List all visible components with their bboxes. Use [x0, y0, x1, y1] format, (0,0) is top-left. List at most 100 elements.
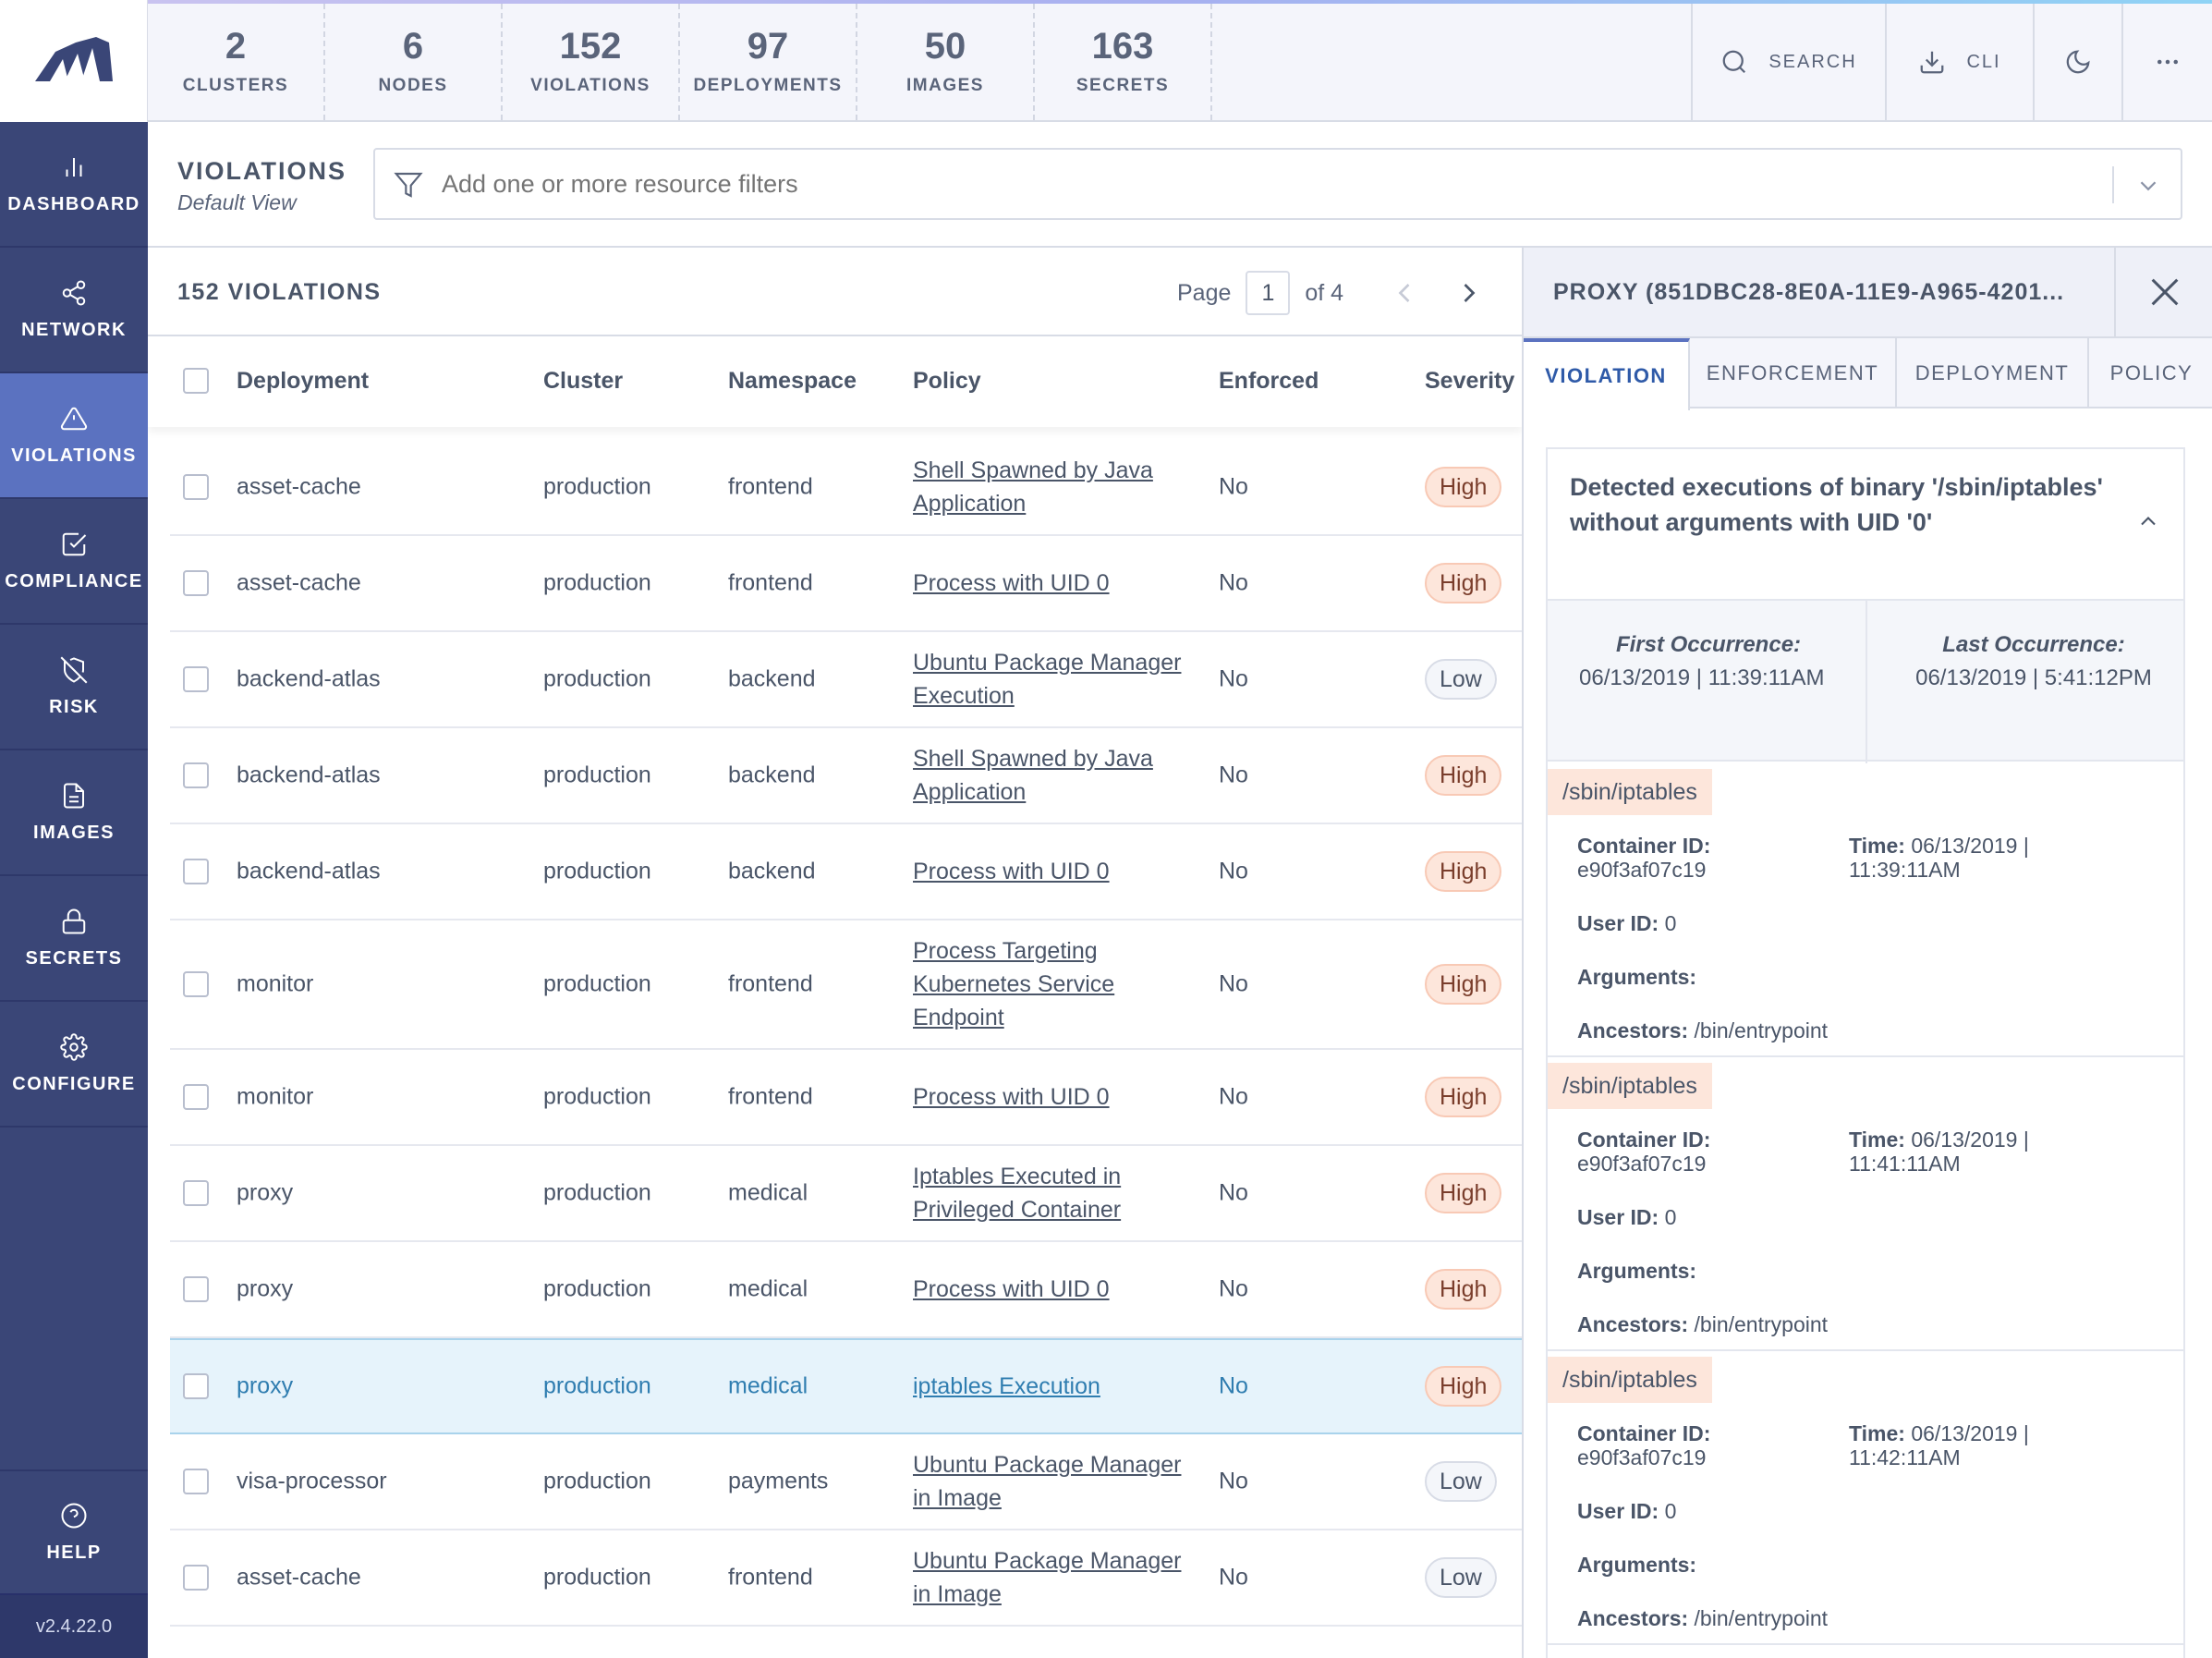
summary-images[interactable]: 50 IMAGES	[857, 4, 1035, 120]
row-checkbox[interactable]	[183, 859, 209, 884]
table-row[interactable]: monitor production frontend Process Targeti…	[170, 920, 1522, 1050]
check-square-icon	[62, 532, 87, 555]
row-checkbox[interactable]	[183, 474, 209, 500]
policy-link[interactable]: Process with UID 0	[913, 1273, 1199, 1306]
search-button[interactable]: SEARCH	[1691, 4, 1885, 120]
column-header-severity[interactable]: Severity	[1425, 368, 1514, 395]
detail-header: PROXY (851DBC28-8E0A-11E9-A965-4201...	[1524, 248, 2212, 338]
tab-deployment[interactable]: DEPLOYMENT	[1897, 338, 2089, 408]
policy-link[interactable]: Ubuntu Package Manager in Image	[913, 1544, 1199, 1611]
policy-link[interactable]: Shell Spawned by Java Application	[913, 742, 1199, 809]
sidebar-item-dashboard[interactable]: DASHBOARD	[0, 122, 148, 248]
more-menu-button[interactable]	[2121, 4, 2212, 120]
table-row[interactable]: backend-atlas production backend Ubuntu Pac…	[170, 632, 1522, 728]
container-id-label: Container ID:	[1577, 834, 1711, 858]
filter-input[interactable]	[442, 159, 2105, 209]
table-row[interactable]: proxy production medical Iptables Executed …	[170, 1146, 1522, 1242]
cell-cluster: production	[543, 1179, 651, 1206]
table-row[interactable]: backend-atlas production backend Process wi…	[170, 824, 1522, 920]
row-checkbox[interactable]	[183, 1180, 209, 1206]
container-id-label: Container ID:	[1577, 1421, 1711, 1445]
ancestors-value: /bin/entrypoint	[1694, 1312, 1829, 1336]
summary-violations[interactable]: 152 VIOLATIONS	[503, 4, 680, 120]
table-row[interactable]: asset-cache production frontend Shell Spawn…	[170, 440, 1522, 536]
page-number-input[interactable]: 1	[1246, 271, 1291, 315]
row-checkbox[interactable]	[183, 570, 209, 596]
column-header-enforced[interactable]: Enforced	[1219, 368, 1319, 395]
summary-deployments[interactable]: 97 DEPLOYMENTS	[680, 4, 857, 120]
resource-filter[interactable]	[373, 148, 2182, 220]
select-all-checkbox[interactable]	[183, 368, 209, 394]
sidebar-item-images[interactable]: IMAGES	[0, 750, 148, 876]
top-bar: 2 CLUSTERS 6 NODES 152 VIOLATIONS 97 DEP…	[148, 0, 2212, 122]
process-event: /sbin/iptables Container ID: e90f3af07c19 T…	[1548, 1351, 2183, 1645]
row-checkbox[interactable]	[183, 971, 209, 997]
row-checkbox[interactable]	[183, 1469, 209, 1494]
process-name-tag: /sbin/iptables	[1548, 769, 1712, 815]
chevron-right-icon[interactable]	[1452, 276, 1486, 310]
table-row[interactable]: monitor production frontend Process with UI…	[170, 1050, 1522, 1146]
theme-toggle-button[interactable]	[2033, 4, 2121, 120]
cell-deployment: proxy	[237, 1372, 294, 1399]
cell-namespace: frontend	[728, 1083, 813, 1110]
row-checkbox[interactable]	[183, 762, 209, 788]
row-checkbox[interactable]	[183, 1276, 209, 1302]
table-row[interactable]: visa-processor production payments Ubuntu P…	[170, 1434, 1522, 1530]
chevron-down-icon[interactable]	[2134, 172, 2162, 200]
policy-link[interactable]: Shell Spawned by Java Application	[913, 454, 1199, 520]
process-name-tag: /sbin/iptables	[1548, 1357, 1712, 1403]
cell-deployment: asset-cache	[237, 569, 361, 596]
tab-policy[interactable]: POLICY	[2089, 338, 2212, 408]
policy-link[interactable]: Ubuntu Package Manager Execution	[913, 646, 1199, 713]
summary-clusters[interactable]: 2 CLUSTERS	[148, 4, 325, 120]
cli-download-button[interactable]: CLI	[1885, 4, 2033, 120]
policy-link[interactable]: Process with UID 0	[913, 567, 1199, 600]
tab-enforcement[interactable]: ENFORCEMENT	[1690, 338, 1897, 408]
policy-link[interactable]: Process with UID 0	[913, 855, 1199, 888]
chevron-up-icon[interactable]	[2135, 508, 2161, 534]
sidebar-item-secrets[interactable]: SECRETS	[0, 876, 148, 1002]
time-field: Time: 06/13/2019 | 11:42:11AM	[1849, 1421, 2126, 1469]
row-checkbox[interactable]	[183, 1373, 209, 1399]
cell-deployment: visa-processor	[237, 1468, 387, 1494]
sidebar-item-violations[interactable]: VIOLATIONS	[0, 373, 148, 499]
policy-link[interactable]: Process with UID 0	[913, 1080, 1199, 1114]
cell-namespace: frontend	[728, 473, 813, 500]
close-button[interactable]	[2114, 248, 2212, 336]
user-id-value: 0	[1664, 1205, 1677, 1229]
table-row[interactable]: asset-cache production frontend Process wit…	[170, 536, 1522, 632]
tab-violation[interactable]: VIOLATION	[1524, 338, 1690, 410]
column-header-namespace[interactable]: Namespace	[728, 368, 857, 395]
policy-link[interactable]: Iptables Executed in Privileged Containe…	[913, 1160, 1199, 1226]
help-circle-icon	[61, 1503, 87, 1528]
cell-namespace: medical	[728, 1179, 808, 1206]
table-row[interactable]: backend-atlas production backend Shell Spaw…	[170, 728, 1522, 824]
table-row[interactable]: asset-cache production frontend Ubuntu Pack…	[170, 1530, 1522, 1627]
severity-badge: High	[1425, 1077, 1502, 1117]
sidebar-item-risk[interactable]: RISK	[0, 625, 148, 750]
cell-deployment: proxy	[237, 1275, 294, 1302]
summary-nodes[interactable]: 6 NODES	[325, 4, 503, 120]
table-row[interactable]: proxy production medical Process with UID 0…	[170, 1242, 1522, 1338]
logo[interactable]	[0, 0, 148, 122]
row-checkbox[interactable]	[183, 1084, 209, 1110]
table-row[interactable]: Ubuntu Package Manager	[170, 1627, 1522, 1658]
column-header-deployment[interactable]: Deployment	[237, 368, 369, 395]
column-header-cluster[interactable]: Cluster	[543, 368, 623, 395]
cell-deployment: asset-cache	[237, 1564, 361, 1591]
sidebar-item-compliance[interactable]: COMPLIANCE	[0, 499, 148, 625]
summary-secrets[interactable]: 163 SECRETS	[1035, 4, 1212, 120]
chevron-left-icon[interactable]	[1388, 276, 1421, 310]
row-checkbox[interactable]	[183, 1565, 209, 1591]
sidebar-item-network[interactable]: NETWORK	[0, 248, 148, 373]
column-header-policy[interactable]: Policy	[913, 368, 981, 395]
sidebar-item-configure[interactable]: CONFIGURE	[0, 1002, 148, 1128]
sidebar-item-help[interactable]: HELP	[0, 1469, 148, 1593]
last-occurrence-value: 06/13/2019 | 5:41:12PM	[1915, 665, 2152, 690]
table-row[interactable]: proxy production medical iptables Execution…	[170, 1338, 1522, 1434]
policy-link[interactable]: Process Targeting Kubernetes Service End…	[913, 934, 1199, 1034]
policy-link[interactable]: Ubuntu Package Manager in Image	[913, 1448, 1199, 1515]
row-checkbox[interactable]	[183, 666, 209, 692]
policy-link[interactable]: iptables Execution	[913, 1370, 1199, 1403]
summary-count: 2	[225, 26, 247, 67]
